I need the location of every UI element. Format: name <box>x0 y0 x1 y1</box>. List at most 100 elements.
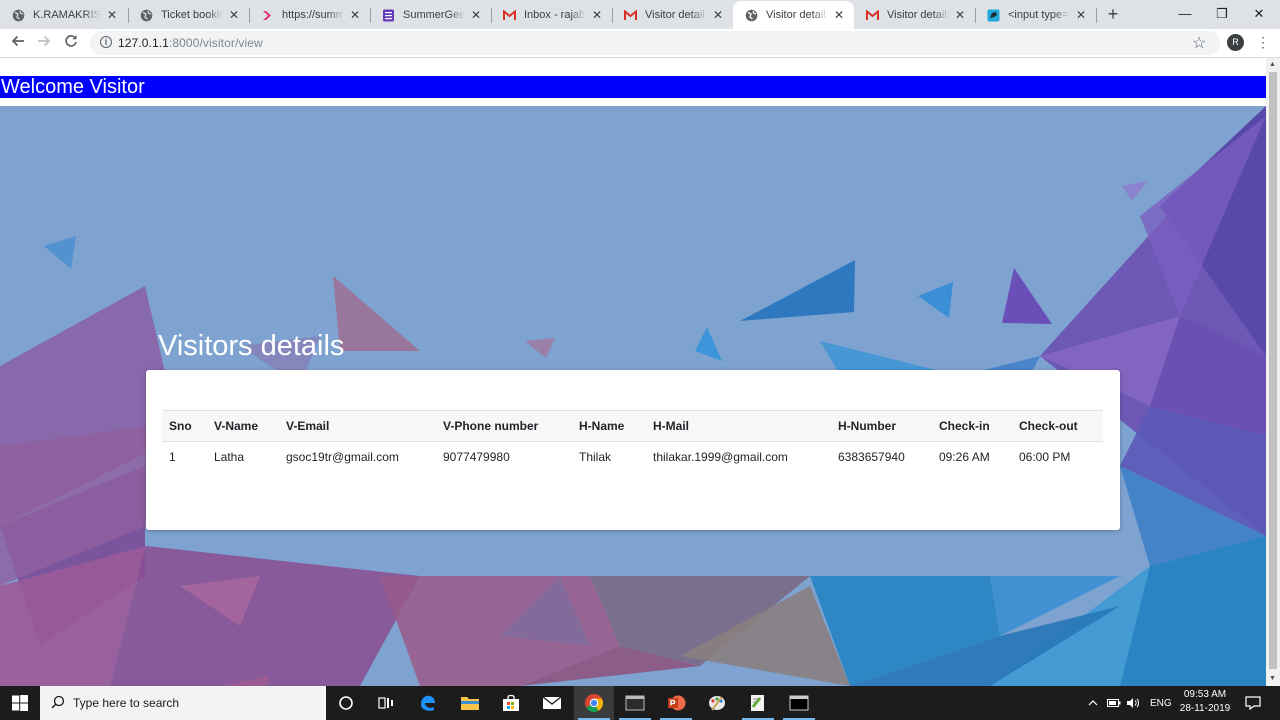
bird-favicon-icon <box>987 9 1000 22</box>
menu-icon[interactable]: ⋮ <box>1256 33 1270 51</box>
column-header: H-Mail <box>646 410 831 442</box>
system-clock[interactable]: 09:53 AM 28-11-2019 <box>1172 688 1238 716</box>
show-hidden-icons[interactable] <box>1088 686 1098 720</box>
visitors-card: Sno V-Name V-Email V-Phone number H-Name… <box>146 370 1120 530</box>
close-tab-icon[interactable]: ✕ <box>105 8 119 22</box>
reload-button[interactable] <box>61 33 81 53</box>
close-tab-icon[interactable]: ✕ <box>590 8 604 22</box>
notepad-plus-button[interactable] <box>738 686 778 720</box>
tab-title: Visitor details - <box>645 9 707 21</box>
url-host: 127.0.1.1 <box>118 36 169 50</box>
page-title: Visitors details <box>158 330 345 362</box>
close-tab-icon[interactable]: ✕ <box>469 8 483 22</box>
browser-tab[interactable]: Visitor details - ✕ <box>854 1 975 29</box>
browser-tab[interactable]: SummerGeeks ✕ <box>370 1 491 29</box>
close-window-button[interactable]: ✕ <box>1236 0 1280 29</box>
close-tab-icon[interactable]: ✕ <box>953 8 967 22</box>
browser-tab[interactable]: K.RAMAKRISHNAN ✕ <box>0 1 127 29</box>
table-header-row: Sno V-Name V-Email V-Phone number H-Name… <box>162 410 1103 442</box>
gmail-icon <box>503 9 516 22</box>
info-icon[interactable]: i <box>100 36 112 48</box>
globe-icon <box>140 9 153 22</box>
column-header: V-Email <box>279 410 436 442</box>
browser-toolbar: i 127.0.1.1:8000/visitor/view ☆ <box>0 29 1280 58</box>
column-header: Sno <box>162 410 207 442</box>
battery-icon <box>1107 699 1121 707</box>
windows-taskbar: Type here to search ENG 09:53 AM 28-11-2… <box>0 686 1280 720</box>
forward-button[interactable] <box>34 33 54 53</box>
mail-button[interactable] <box>532 686 572 720</box>
gmail-icon <box>866 9 879 22</box>
close-tab-icon[interactable]: ✕ <box>832 8 846 22</box>
task-view-button[interactable] <box>366 686 406 720</box>
battery-tray[interactable] <box>1107 686 1121 720</box>
tab-title: <input type="te <box>1008 9 1070 21</box>
gmail-icon <box>624 9 637 22</box>
paint-button[interactable] <box>697 686 737 720</box>
table-cell: gsoc19tr@gmail.com <box>286 450 399 464</box>
file-explorer-button[interactable] <box>450 686 490 720</box>
url-path: :8000/visitor/view <box>168 36 263 50</box>
visitors-table: Sno V-Name V-Email V-Phone number H-Name… <box>162 410 1103 472</box>
new-tab-button[interactable]: + <box>1102 4 1124 24</box>
table-cell: Thilak <box>579 450 612 464</box>
terminal-button[interactable] <box>779 686 819 720</box>
back-button[interactable] <box>8 33 28 53</box>
tab-title: K.RAMAKRISHNAN <box>33 9 101 21</box>
mail-envelope-icon <box>542 696 562 709</box>
speaker-icon <box>1127 698 1139 708</box>
table-cell: 6383657940 <box>838 450 905 464</box>
table-row: 1 Latha gsoc19tr@gmail.com 9077479980 Th… <box>162 442 1103 473</box>
notifications-button[interactable] <box>1245 686 1261 720</box>
column-header: Check-in <box>932 410 1012 442</box>
start-button[interactable] <box>0 686 40 720</box>
table-cell: 1 <box>169 450 176 464</box>
table-cell: 06:00 PM <box>1019 450 1071 464</box>
clock-date: 28-11-2019 <box>1179 703 1231 714</box>
cortana-button[interactable] <box>326 686 366 720</box>
browser-tab[interactable]: https://summergeeks ✕ <box>249 1 370 29</box>
store-button[interactable] <box>491 686 531 720</box>
close-tab-icon[interactable]: ✕ <box>227 8 241 22</box>
powerpoint-button[interactable] <box>656 686 696 720</box>
chevron-up-icon <box>1088 700 1098 706</box>
language-indicator[interactable]: ENG <box>1150 686 1172 720</box>
scroll-up-arrow-icon[interactable]: ▲ <box>1269 61 1276 68</box>
column-header: H-Name <box>572 410 646 442</box>
url-text[interactable]: 127.0.1.1:8000/visitor/view <box>118 36 263 50</box>
chrome-button[interactable] <box>574 686 614 720</box>
scroll-thumb[interactable] <box>1269 72 1277 669</box>
column-header: Check-out <box>1012 410 1103 442</box>
edge-button[interactable] <box>408 686 448 720</box>
close-tab-icon[interactable]: ✕ <box>711 8 725 22</box>
paint-palette-icon <box>709 696 725 711</box>
action-center-icon <box>1245 696 1261 710</box>
reload-icon <box>65 35 77 47</box>
forms-favicon-icon <box>382 9 395 22</box>
column-header: V-Name <box>207 410 279 442</box>
welcome-bar: Welcome Visitor <box>0 76 1266 98</box>
console-window-button[interactable] <box>615 686 655 720</box>
profile-avatar[interactable]: R <box>1227 34 1244 51</box>
browser-tab[interactable]: Inbox - rajabadri ✕ <box>491 1 612 29</box>
page-scrollbar[interactable]: ▲ ▼ <box>1266 58 1280 686</box>
table-cell: thilakar.1999@gmail.com <box>653 450 788 464</box>
tab-separator <box>1096 8 1097 23</box>
close-tab-icon[interactable]: ✕ <box>1074 8 1088 22</box>
search-icon <box>51 695 65 709</box>
close-tab-icon[interactable]: ✕ <box>348 8 362 22</box>
cortana-circle-icon <box>339 696 353 710</box>
page-viewport: Welcome Visitor Visitors details Sno V-N… <box>0 58 1266 686</box>
bookmark-star-icon[interactable]: ☆ <box>1192 33 1206 53</box>
arrow-favicon-icon <box>261 9 274 22</box>
address-bar[interactable]: i 127.0.1.1:8000/visitor/view ☆ <box>90 31 1220 55</box>
browser-tab-active[interactable]: Visitor details ✕ <box>733 1 854 29</box>
scroll-down-arrow-icon[interactable]: ▼ <box>1269 675 1276 682</box>
table-cell: 09:26 AM <box>939 450 990 464</box>
taskbar-search[interactable]: Type here to search <box>40 686 326 720</box>
browser-tab[interactable]: Visitor details - ✕ <box>612 1 733 29</box>
browser-tab[interactable]: Ticket booking ✕ <box>128 1 249 29</box>
tab-title: Visitor details - <box>887 9 949 21</box>
browser-tab[interactable]: <input type="te ✕ <box>975 1 1096 29</box>
volume-tray[interactable] <box>1126 686 1140 720</box>
